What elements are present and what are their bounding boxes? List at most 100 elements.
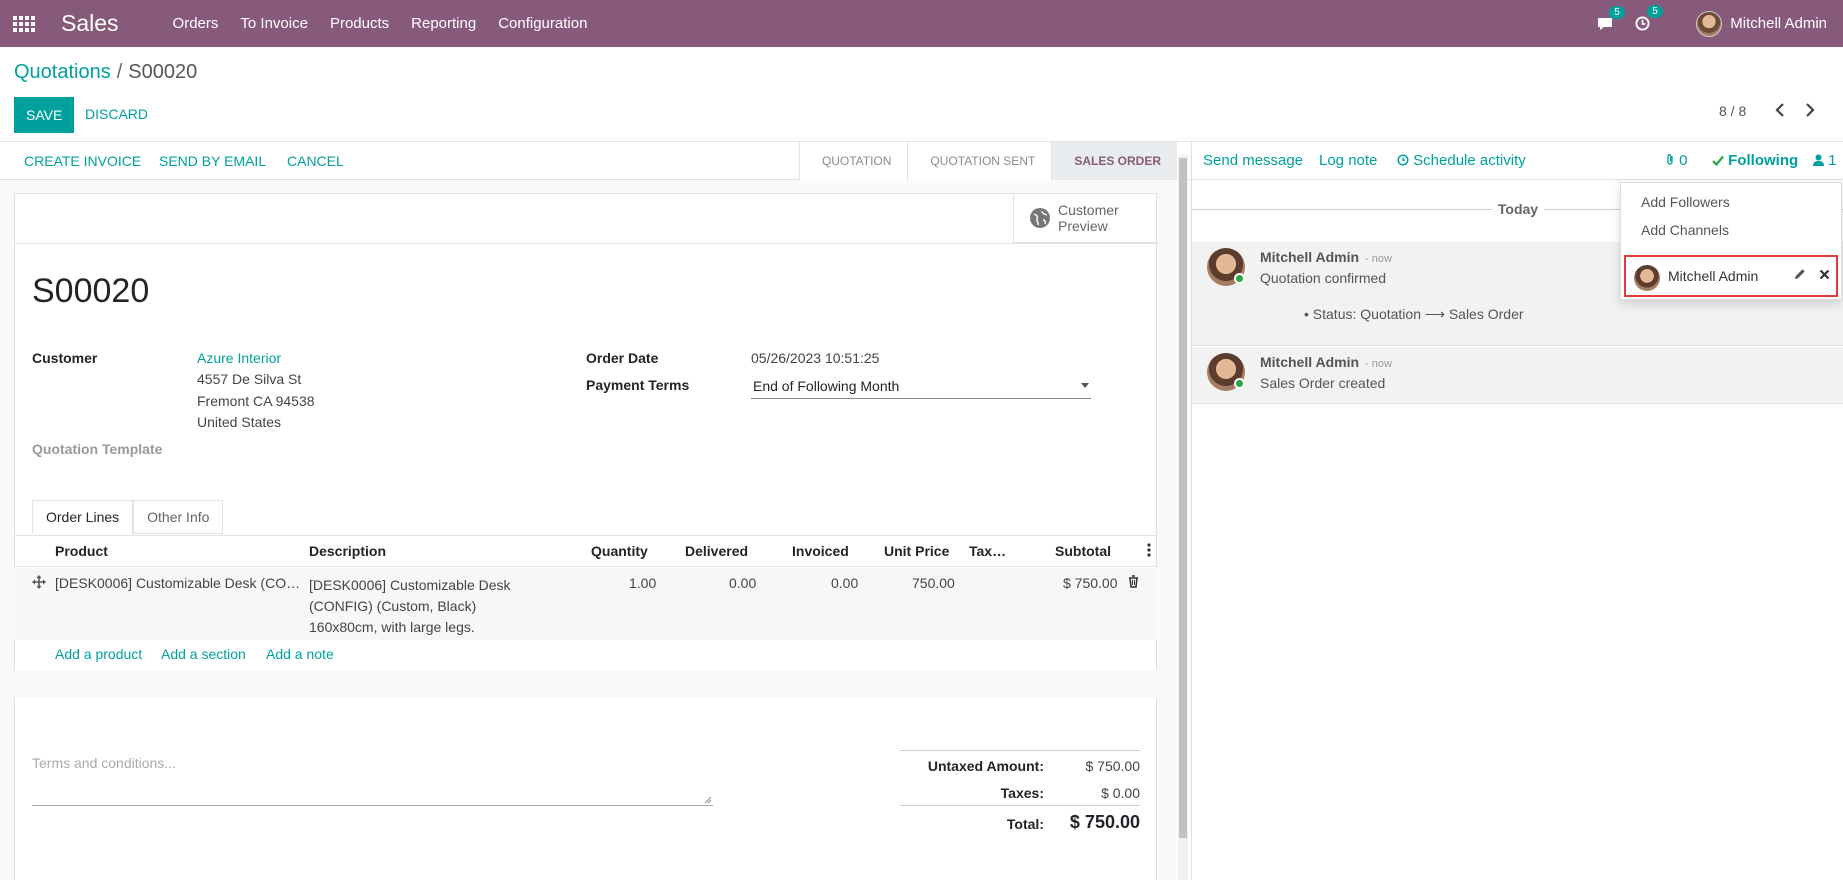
form-scrollbar[interactable] [1178,155,1188,880]
stage-pipeline: QUOTATION QUOTATION SENT SALES ORDER [798,142,1177,180]
table-row[interactable]: [DESK0006] Customizable Desk (CO… [DESK0… [14,568,1157,640]
trash-icon[interactable] [1128,575,1139,591]
menu-to-invoice[interactable]: To Invoice [240,15,308,32]
activities-badge: 5 [1647,5,1663,18]
chat-icon [1598,17,1613,30]
customer-label: Customer [32,350,98,366]
column-header-product[interactable]: Product [55,543,108,559]
globe-icon [1030,208,1050,228]
taxes-value: $ 0.00 [1101,785,1140,801]
customer-address-line: 4557 De Silva St [197,371,302,387]
column-header-description[interactable]: Description [309,543,386,559]
customer-name-link[interactable]: Azure Interior [197,350,281,366]
pager-previous-icon[interactable] [1775,103,1785,121]
create-invoice-button[interactable]: CREATE INVOICE [24,153,141,169]
discard-button[interactable]: DISCARD [85,106,148,122]
cell-invoiced: 0.00 [831,575,859,591]
save-button[interactable]: SAVE [14,97,75,133]
add-section-link[interactable]: Add a section [161,646,246,662]
user-menu[interactable]: Mitchell Admin [1696,10,1827,37]
customer-preview-label: Customer Preview [1058,202,1119,234]
stage-quotation-sent[interactable]: QUOTATION SENT [907,142,1052,180]
drag-handle-icon[interactable] [32,575,46,592]
message-body: Quotation confirmed [1260,270,1387,286]
customer-preview-button[interactable]: Customer Preview [1013,194,1156,243]
divider [14,535,1157,536]
activities-button[interactable]: 5 [1635,5,1663,31]
followers-button[interactable]: 1 [1813,152,1837,169]
follower-item[interactable]: Mitchell Admin [1624,255,1838,297]
pencil-icon[interactable] [1794,268,1806,283]
column-header-subtotal[interactable]: Subtotal [1055,543,1111,559]
column-header-unit-price[interactable]: Unit Price [884,543,949,559]
log-note-button[interactable]: Log note [1319,152,1377,169]
user-icon [1813,154,1824,166]
tab-other-info[interactable]: Other Info [133,500,224,534]
cell-description: [DESK0006] Customizable Desk (CONFIG) (C… [309,577,511,635]
messaging-button[interactable]: 5 [1597,5,1625,31]
paperclip-icon [1667,154,1673,165]
cell-delivered: 0.00 [729,575,757,591]
column-header-delivered[interactable]: Delivered [685,543,748,559]
app-brand[interactable]: Sales [61,10,119,37]
message-author: Mitchell Admin - now [1260,354,1392,370]
order-lines-header: Product Description Quantity Delivered I… [14,537,1157,567]
user-avatar [1696,10,1723,37]
payment-terms-select[interactable]: End of Following Month [751,375,1091,399]
breadcrumb-current: S00020 [128,61,198,83]
navbar-right: 5 5 Mitchell Admin [1597,0,1827,47]
taxes-label: Taxes: [1000,785,1044,801]
check-icon [1712,155,1724,167]
menu-products[interactable]: Products [330,15,389,32]
stage-quotation[interactable]: QUOTATION [798,142,908,180]
empty-row [14,670,1157,698]
column-options-icon[interactable] [1147,543,1151,560]
apps-menu-icon[interactable] [13,15,35,32]
following-button[interactable]: Following [1712,152,1798,169]
stage-sales-order[interactable]: SALES ORDER [1051,142,1177,180]
cell-unit-price: 750.00 [912,575,955,591]
message-author: Mitchell Admin - now [1260,249,1392,265]
add-channels-item[interactable]: Add Channels [1641,222,1729,238]
order-totals: Untaxed Amount: $ 750.00 Taxes: $ 0.00 T… [900,750,1140,839]
add-note-link[interactable]: Add a note [266,646,334,662]
order-title: S00020 [32,272,150,310]
menu-reporting[interactable]: Reporting [411,15,476,32]
untaxed-amount-value: $ 750.00 [1085,758,1141,774]
total-label: Total: [1006,816,1044,832]
follower-avatar [1634,265,1660,291]
cell-product: [DESK0006] Customizable Desk (CO… [55,575,301,591]
chatter-message: Mitchell Admin - now Sales Order created [1192,347,1843,404]
order-date-value: 05/26/2023 10:51:25 [751,350,880,366]
divider [15,243,1158,244]
cancel-button[interactable]: CANCEL [287,153,344,169]
resize-handle-icon[interactable] [704,796,712,804]
menu-orders[interactable]: Orders [173,15,219,32]
quotation-template-label: Quotation Template [32,441,163,457]
breadcrumb-quotations[interactable]: Quotations [14,61,111,83]
send-by-email-button[interactable]: SEND BY EMAIL [159,153,266,169]
chevron-down-icon [1081,383,1089,388]
tab-order-lines[interactable]: Order Lines [32,500,134,534]
column-header-invoiced[interactable]: Invoiced [792,543,849,559]
column-header-taxes[interactable]: Tax… [969,543,1006,559]
message-body: Sales Order created [1260,375,1386,391]
chatter-topbar: Send message Log note Schedule activity … [1192,142,1843,180]
column-header-quantity[interactable]: Quantity [591,543,648,559]
schedule-activity-button[interactable]: Schedule activity [1397,152,1526,169]
attachments-button[interactable]: 0 [1665,152,1688,169]
terms-input[interactable]: Terms and conditions... [32,752,713,806]
pager-next-icon[interactable] [1805,103,1815,121]
customer-address-line: Fremont CA 94538 [197,393,315,409]
add-followers-item[interactable]: Add Followers [1641,194,1730,210]
close-icon[interactable] [1819,267,1830,283]
messages-badge: 5 [1609,5,1625,19]
send-message-button[interactable]: Send message [1203,152,1303,169]
order-date-label: Order Date [586,350,659,366]
followers-dropdown: Add Followers Add Channels Mitchell Admi… [1620,182,1842,300]
form-statusbar: CREATE INVOICE SEND BY EMAIL CANCEL QUOT… [0,142,1191,180]
add-product-link[interactable]: Add a product [55,646,142,662]
pager-value[interactable]: 8 / 8 [1719,103,1746,119]
clock-icon [1397,154,1409,166]
menu-configuration[interactable]: Configuration [498,15,587,32]
